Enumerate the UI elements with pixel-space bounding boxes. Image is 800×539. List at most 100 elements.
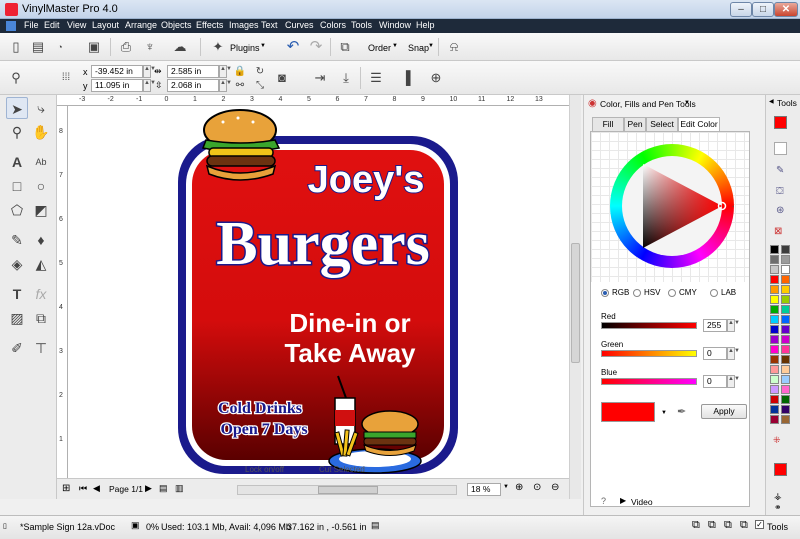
help-icon[interactable]: ? xyxy=(601,496,606,506)
palette-swatch[interactable] xyxy=(781,415,790,424)
camera-icon[interactable]: ◙ xyxy=(272,68,292,88)
vertical-scrollbar[interactable] xyxy=(569,95,581,499)
palette-swatch[interactable] xyxy=(781,405,790,414)
page-nav-icon[interactable]: ⊞ xyxy=(62,483,70,494)
palette-swatch[interactable] xyxy=(781,355,790,364)
saturation-triangle[interactable]: + xyxy=(610,144,734,268)
order-label[interactable]: Order xyxy=(368,43,391,53)
weed-icon[interactable]: ☁ xyxy=(170,37,190,57)
palette-swatch[interactable] xyxy=(770,305,779,314)
palette-swatch[interactable] xyxy=(770,255,779,264)
gradient-tool-icon[interactable]: ⊛ xyxy=(776,205,784,216)
link-icon[interactable]: ⚯ xyxy=(230,76,250,96)
green-slider[interactable] xyxy=(601,350,697,357)
view-mode-3-icon[interactable]: ⧉ xyxy=(724,519,732,532)
x-position-field[interactable]: -39.452 in xyxy=(91,65,143,78)
delete-page-icon[interactable]: ▥ xyxy=(175,483,184,494)
close-button[interactable]: ✕ xyxy=(774,2,798,17)
tools-checkbox[interactable]: ✓ xyxy=(755,520,764,529)
radio-hsv[interactable] xyxy=(633,289,641,297)
anchor-grid-icon[interactable]: ⁞⁞⁞ xyxy=(56,68,76,88)
add-page-icon[interactable]: ▤ xyxy=(159,483,168,494)
palette-swatch[interactable] xyxy=(781,365,790,374)
status-tools-label[interactable]: Tools xyxy=(767,522,788,532)
palette-swatch[interactable] xyxy=(770,385,779,394)
menu-tools[interactable]: Tools xyxy=(351,20,372,30)
palette-swatch[interactable] xyxy=(770,265,779,274)
scale-icon[interactable]: ⤡ xyxy=(250,76,270,96)
text-tool-icon[interactable]: A xyxy=(6,151,28,173)
eye-icon[interactable]: ◔ xyxy=(50,37,70,57)
tab-fill-style[interactable]: Fill Style xyxy=(592,117,624,142)
palette-menu-icon[interactable]: ⁜ xyxy=(773,435,781,446)
palette-swatch[interactable] xyxy=(781,245,790,254)
panel-dropdown-icon[interactable]: ▼ xyxy=(684,100,690,106)
plugins-label[interactable]: Plugins xyxy=(230,43,260,53)
active-color-swatch[interactable] xyxy=(774,463,787,476)
width-field[interactable]: 2.585 in xyxy=(167,65,219,78)
cut-tool-icon[interactable]: ♆ xyxy=(140,37,160,57)
vertical-scroll-thumb[interactable] xyxy=(571,243,580,363)
zoom-field[interactable]: 18 % xyxy=(467,483,501,496)
redo-icon[interactable]: ↷ xyxy=(306,37,326,57)
polygon-tool-icon[interactable]: ⬠ xyxy=(6,199,28,221)
width-spinner[interactable]: ▲▼ xyxy=(219,65,232,78)
palette-swatch[interactable] xyxy=(781,305,790,314)
palette-swatch[interactable] xyxy=(781,295,790,304)
menu-text[interactable]: Text xyxy=(261,20,278,30)
doc-icon[interactable] xyxy=(6,21,16,31)
menu-edit[interactable]: Edit xyxy=(44,20,60,30)
menu-help[interactable]: Help xyxy=(416,20,435,30)
palette-swatch[interactable] xyxy=(770,395,779,404)
zoom-in-icon[interactable]: ⊕ xyxy=(515,482,523,493)
palette-swatch[interactable] xyxy=(770,375,779,384)
fill-options-icon[interactable]: ⚶ xyxy=(774,491,782,502)
image-tool-icon[interactable]: ▨ xyxy=(6,307,28,329)
menu-colors[interactable]: Colors xyxy=(320,20,346,30)
plugins-dropdown-icon[interactable]: ▼ xyxy=(260,43,266,49)
ink-tool-icon[interactable]: ♦ xyxy=(30,229,52,251)
view-mode-2-icon[interactable]: ⧉ xyxy=(708,519,716,532)
radio-cmy[interactable] xyxy=(668,289,676,297)
view-mode-4-icon[interactable]: ⧉ xyxy=(740,519,748,532)
measure-tool-icon[interactable]: ✐ xyxy=(6,337,28,359)
palette-swatch[interactable] xyxy=(770,245,779,254)
print-icon[interactable]: ⎙ xyxy=(116,37,136,57)
zoom-dropdown-icon[interactable]: ▼ xyxy=(503,484,509,490)
palette-swatch[interactable] xyxy=(781,285,790,294)
group-icon[interactable]: ⧉ xyxy=(335,37,355,57)
fill-tool-icon[interactable]: ◈ xyxy=(6,253,28,275)
palette-swatch[interactable] xyxy=(781,345,790,354)
palette-swatch[interactable] xyxy=(781,275,790,284)
palette-swatch[interactable] xyxy=(770,405,779,414)
pen-options-icon[interactable]: ⚭ xyxy=(774,502,782,513)
palette-swatch[interactable] xyxy=(770,415,779,424)
x-spinner[interactable]: ▲▼ xyxy=(143,65,156,78)
distribute-icon[interactable]: ▐ xyxy=(396,68,416,88)
palette-swatch[interactable] xyxy=(770,335,779,344)
minimize-button[interactable]: – xyxy=(730,2,752,17)
blue-value-field[interactable]: 0 xyxy=(703,375,727,388)
pointer-tool-icon[interactable]: ➤ xyxy=(6,97,28,119)
rectangle-tool-icon[interactable]: □ xyxy=(6,175,28,197)
node-tool-icon[interactable]: ⤷ xyxy=(30,97,52,119)
align-icon[interactable]: ☰ xyxy=(366,68,386,88)
radio-rgb[interactable] xyxy=(601,289,609,297)
palette-swatch[interactable] xyxy=(770,275,779,284)
new-icon[interactable]: ▯ xyxy=(6,37,26,57)
menu-arrange[interactable]: Arrange xyxy=(125,20,157,30)
palette-swatch[interactable] xyxy=(781,265,790,274)
menu-objects[interactable]: Objects xyxy=(161,20,192,30)
zoom-out-icon[interactable]: ⊖ xyxy=(551,482,559,493)
height-spinner[interactable]: ▲▼ xyxy=(219,79,232,92)
pan-tool-icon[interactable]: ✋ xyxy=(30,121,52,143)
height-field[interactable]: 2.068 in xyxy=(167,79,219,92)
shape-tool-icon[interactable]: ◩ xyxy=(30,199,52,221)
horizontal-scroll-thumb[interactable] xyxy=(318,486,378,494)
save-icon[interactable]: ▣ xyxy=(84,37,104,57)
palette-swatch[interactable] xyxy=(781,385,790,394)
eyedropper-tool-icon[interactable]: ✎ xyxy=(776,165,784,176)
green-spinner[interactable]: ▲▼ xyxy=(727,347,740,360)
y-position-field[interactable]: 11.095 in xyxy=(91,79,143,92)
palette-swatch[interactable] xyxy=(781,255,790,264)
